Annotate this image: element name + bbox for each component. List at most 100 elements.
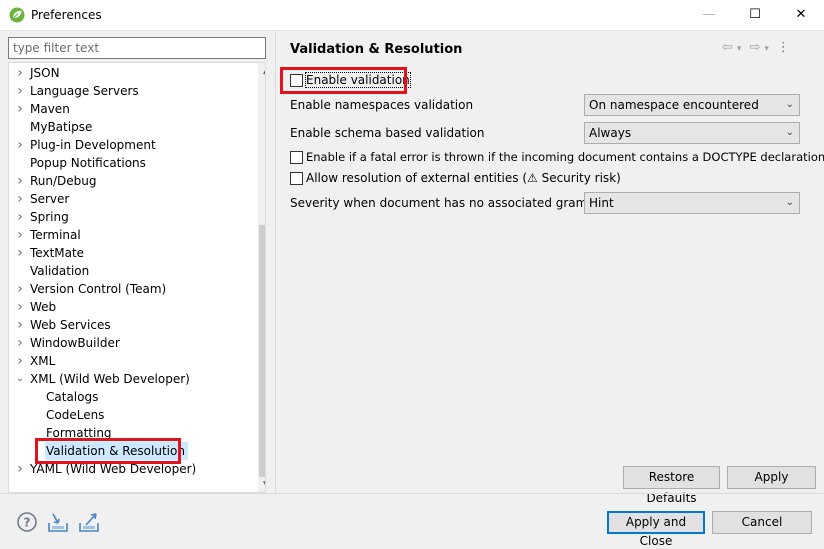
filter-field[interactable] xyxy=(8,37,266,59)
page-title: Validation & Resolution xyxy=(290,42,463,57)
chevron-right-icon[interactable]: › xyxy=(14,226,26,244)
tree-item[interactable]: › Run/Debug xyxy=(9,172,258,190)
chevron-down-icon: ⌄ xyxy=(785,127,794,138)
apply-and-close-button[interactable]: Apply and Close xyxy=(607,511,705,548)
tree-item[interactable]: › XML xyxy=(9,352,258,370)
tree-item[interactable]: › Maven xyxy=(9,100,258,118)
chevron-down-icon: ⌄ xyxy=(785,197,794,208)
view-menu-icon[interactable]: ⋮ xyxy=(777,40,790,55)
tree-item[interactable]: › Server xyxy=(9,190,258,208)
tree-item-label: XML xyxy=(30,354,56,368)
chevron-right-icon[interactable]: › xyxy=(14,190,26,208)
tree-item-label: Language Servers xyxy=(30,84,139,98)
chevron-right-icon[interactable]: › xyxy=(14,298,26,316)
tree-item[interactable]: › WindowBuilder xyxy=(9,334,258,352)
tree-item-label: WindowBuilder xyxy=(30,336,120,350)
tree-item-label: Catalogs xyxy=(46,390,99,404)
scroll-up-icon[interactable]: ▲ xyxy=(258,63,265,80)
severity-value: Hint xyxy=(589,196,614,210)
tree-scrollbar[interactable]: ▲ ▼ xyxy=(258,63,265,492)
tree-item[interactable]: ⌄ XML (Wild Web Developer) xyxy=(9,370,258,388)
chevron-right-icon[interactable]: › xyxy=(14,334,26,352)
fatal-error-label[interactable]: Enable if a fatal error is thrown if the… xyxy=(306,150,824,164)
chevron-right-icon[interactable]: › xyxy=(14,100,26,118)
tree-item-label: Popup Notifications xyxy=(30,156,146,170)
tree-item[interactable]: › TextMate xyxy=(9,244,258,262)
tree-item[interactable]: › Version Control (Team) xyxy=(9,280,258,298)
chevron-right-icon[interactable]: › xyxy=(14,136,26,154)
help-icon[interactable]: ? xyxy=(16,511,38,533)
chevron-right-icon[interactable]: › xyxy=(14,64,26,82)
forward-arrow-icon[interactable]: ⇨ xyxy=(749,40,760,55)
tree-item[interactable]: › Language Servers xyxy=(9,82,258,100)
external-entities-label[interactable]: Allow resolution of external entities (⚠… xyxy=(306,171,621,185)
selection-highlight xyxy=(35,438,181,464)
title-bar: Preferences — ☐ ✕ xyxy=(0,0,824,31)
chevron-down-icon[interactable]: ⌄ xyxy=(14,370,26,388)
tree-item-label: XML (Wild Web Developer) xyxy=(30,372,190,386)
fatal-error-checkbox[interactable] xyxy=(290,151,303,164)
tree-item[interactable]: › Terminal xyxy=(9,226,258,244)
chevron-right-icon[interactable]: › xyxy=(14,316,26,334)
chevron-right-icon[interactable]: › xyxy=(14,280,26,298)
import-icon[interactable] xyxy=(47,511,69,533)
tree-item-label: Run/Debug xyxy=(30,174,97,188)
schema-dropdown[interactable]: Always ⌄ xyxy=(584,122,800,144)
tree-item[interactable]: MyBatipse xyxy=(9,118,258,136)
chevron-down-icon: ⌄ xyxy=(785,99,794,110)
schema-label: Enable schema based validation xyxy=(290,126,485,140)
scroll-down-icon[interactable]: ▼ xyxy=(258,477,265,492)
tree-item-label: Terminal xyxy=(30,228,81,242)
footer-separator xyxy=(0,493,824,494)
page-navigation: ⇦ ▾ ⇨ ▾ ⋮ xyxy=(722,40,794,55)
tree-item-label: CodeLens xyxy=(46,408,105,422)
chevron-right-icon[interactable]: › xyxy=(14,172,26,190)
tree-item[interactable]: › Web Services xyxy=(9,316,258,334)
tree-item-label: MyBatipse xyxy=(30,120,93,134)
chevron-right-icon[interactable]: › xyxy=(14,460,26,478)
chevron-right-icon[interactable]: › xyxy=(14,352,26,370)
minimize-button[interactable]: — xyxy=(686,0,732,31)
tree-item-label: TextMate xyxy=(30,246,85,260)
preference-tree[interactable]: › JSON › Language Servers › Maven MyBatipse › Pl… xyxy=(8,62,266,493)
schema-value: Always xyxy=(589,126,632,140)
restore-defaults-button[interactable]: Restore Defaults xyxy=(623,466,720,505)
severity-dropdown[interactable]: Hint ⌄ xyxy=(584,192,800,214)
chevron-right-icon[interactable]: › xyxy=(14,244,26,262)
namespaces-value: On namespace encountered xyxy=(589,98,759,112)
forward-dropdown-icon[interactable]: ▾ xyxy=(764,44,769,54)
apply-button[interactable]: Apply xyxy=(727,466,816,489)
panel-divider[interactable] xyxy=(275,31,276,493)
scroll-thumb[interactable] xyxy=(259,225,265,477)
external-entities-checkbox[interactable] xyxy=(290,172,303,185)
tree-item[interactable]: Popup Notifications xyxy=(9,154,258,172)
tree-item-label: Spring xyxy=(30,210,69,224)
back-arrow-icon[interactable]: ⇦ xyxy=(722,40,733,55)
filter-input[interactable] xyxy=(9,38,265,58)
svg-text:?: ? xyxy=(24,516,31,530)
back-dropdown-icon[interactable]: ▾ xyxy=(737,44,742,54)
tree-item[interactable]: Catalogs xyxy=(9,388,258,406)
close-button[interactable]: ✕ xyxy=(778,0,824,31)
spring-leaf-icon xyxy=(9,7,25,23)
tree-item[interactable]: › Spring xyxy=(9,208,258,226)
window-title: Preferences xyxy=(31,8,102,22)
tree-item[interactable]: › JSON xyxy=(9,64,258,82)
namespaces-dropdown[interactable]: On namespace encountered ⌄ xyxy=(584,94,800,116)
cancel-button[interactable]: Cancel xyxy=(712,511,812,534)
tree-item[interactable]: › Plug-in Development xyxy=(9,136,258,154)
tree-item-label: Server xyxy=(30,192,70,206)
chevron-right-icon[interactable]: › xyxy=(14,82,26,100)
tree-item-label: Web xyxy=(30,300,57,314)
enable-validation-highlight xyxy=(280,67,407,94)
tree-item[interactable]: Validation xyxy=(9,262,258,280)
chevron-right-icon[interactable]: › xyxy=(14,208,26,226)
export-icon[interactable] xyxy=(78,511,100,533)
tree-item-label: Validation xyxy=(30,264,90,278)
maximize-button[interactable]: ☐ xyxy=(732,0,778,31)
tree-item[interactable]: › Web xyxy=(9,298,258,316)
tree-item[interactable]: CodeLens xyxy=(9,406,258,424)
tree-item-label: Version Control (Team) xyxy=(30,282,167,296)
namespaces-label: Enable namespaces validation xyxy=(290,98,474,112)
tree-item-label: Plug-in Development xyxy=(30,138,156,152)
